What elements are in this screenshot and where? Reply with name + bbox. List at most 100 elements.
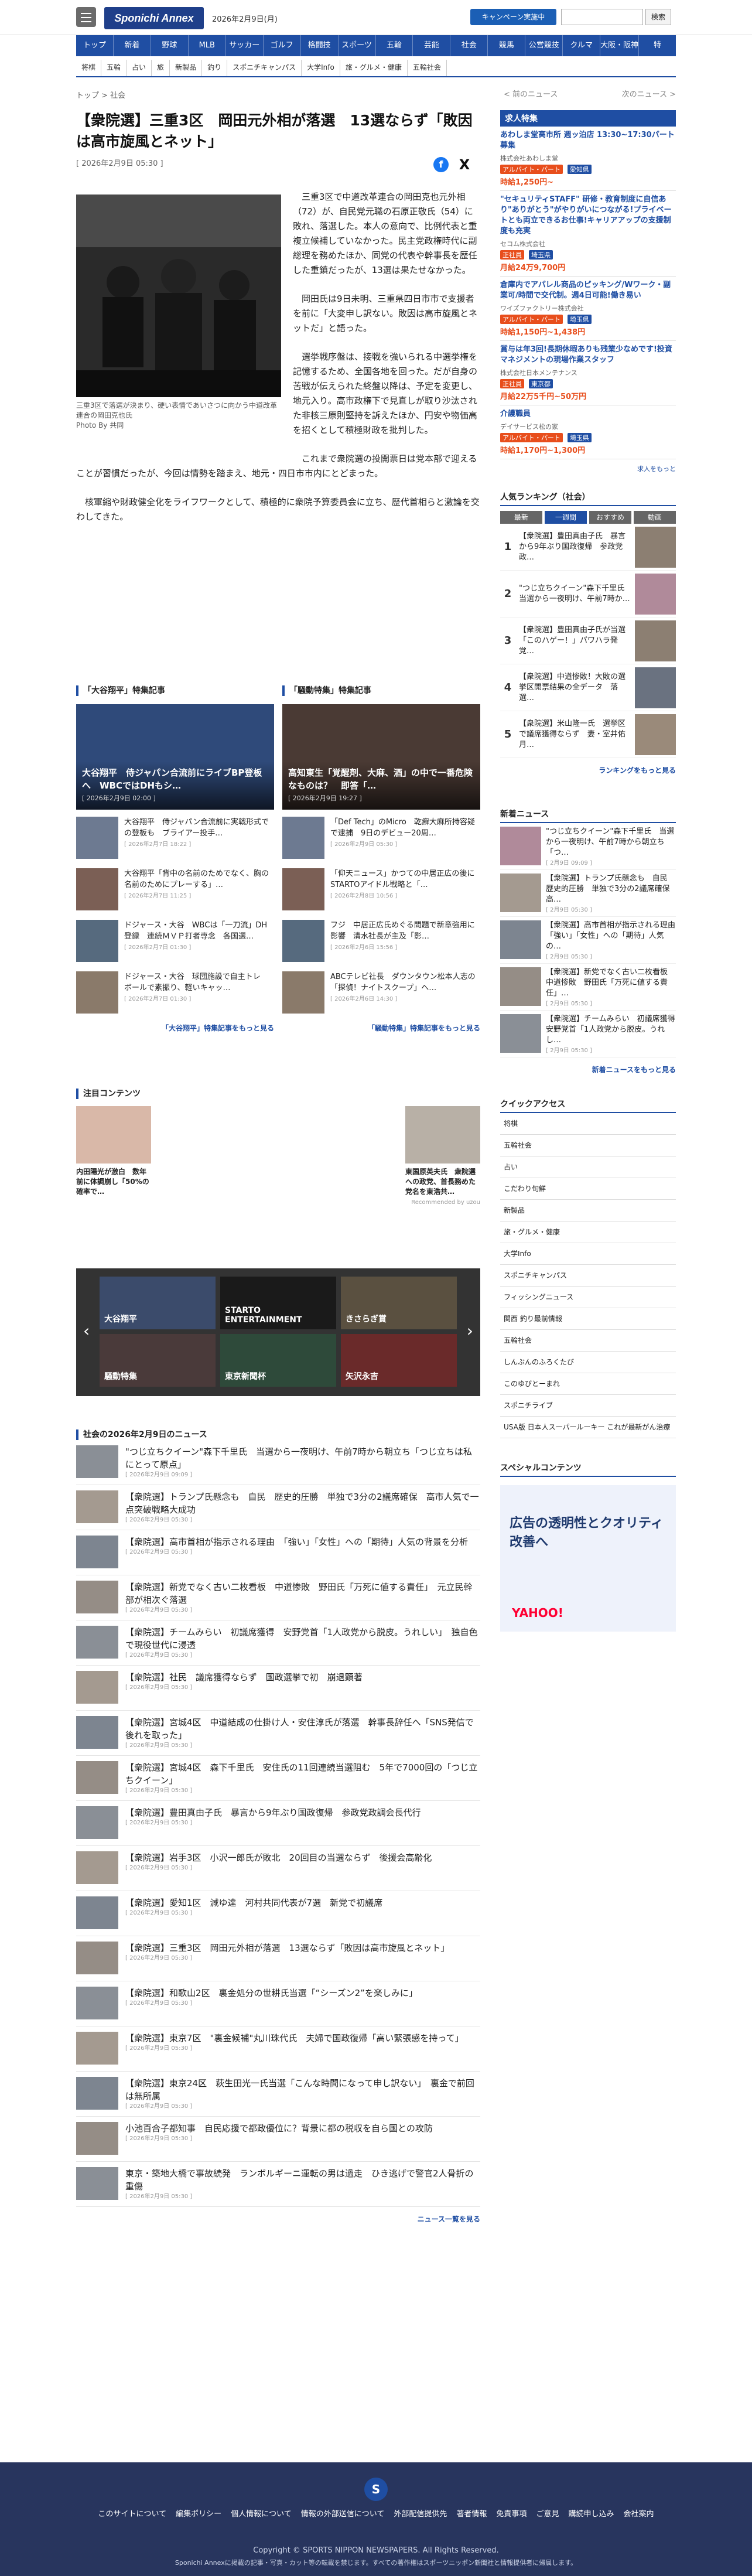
nav-item[interactable]: 野球 bbox=[151, 35, 189, 56]
attention-item[interactable]: 東国原英夫氏 衆院選への政党、首長務めた 党名を東浩共… bbox=[405, 1106, 483, 1197]
job-item[interactable]: 賞与は年3回!長期休暇ありも残業少なめです!投資マネジメントの現場作業スタッフ株… bbox=[500, 341, 676, 405]
attention-item[interactable]: 内田陽光が激白 数年前に体調崩し「50%の確率で… bbox=[76, 1106, 151, 1197]
quick-access-link[interactable]: 五輪社会 bbox=[500, 1330, 676, 1352]
nav-item[interactable]: クルマ bbox=[563, 35, 601, 56]
nav-item[interactable]: 新着 bbox=[114, 35, 151, 56]
footer-link[interactable]: 外部配信提供先 bbox=[394, 2510, 447, 2519]
job-title[interactable]: "セキュリティSTAFF" 研修・教育制度に自信あり"ありがとう"がやりがいにつ… bbox=[500, 195, 676, 237]
nav-item[interactable]: MLB bbox=[189, 35, 226, 56]
ranking-more-link[interactable]: ランキングをもっと見る bbox=[500, 765, 676, 775]
ad-banner[interactable]: 広告の透明性とクオリティ改善へ YAHOO! bbox=[500, 1485, 676, 1632]
quick-access-link[interactable]: USA版 日本人スーパールーキー これが最新がん治療 bbox=[500, 1417, 676, 1438]
feature-hero[interactable]: 大谷翔平 侍ジャパン合流前にライブBP登板へ WBCではDHもシ… [ 2026年… bbox=[76, 704, 274, 810]
jobs-more-link[interactable]: 求人をもっと bbox=[500, 464, 676, 473]
news-list-item[interactable]: 【衆院選】新党でなく古い二枚看板 中道惨敗 野田氏「万死に値する責任」 元立民幹… bbox=[76, 1581, 480, 1620]
news-list-item[interactable]: 【衆院選】愛知1区 減ゆ達 河村共同代表が7選 新党で初議席 [ 2026年2月9… bbox=[76, 1896, 480, 1936]
footer-link[interactable]: 会社案内 bbox=[623, 2510, 654, 2519]
ranking-tab[interactable]: 動画 bbox=[634, 511, 676, 524]
quick-access-link[interactable]: 占い bbox=[500, 1156, 676, 1178]
carousel-prev-icon[interactable]: ‹ bbox=[83, 1321, 90, 1340]
nav-item[interactable]: 社会 bbox=[450, 35, 488, 56]
nav-item[interactable]: 格闘技 bbox=[301, 35, 339, 56]
news-list-more-link[interactable]: ニュース一覧を見る bbox=[76, 2214, 480, 2224]
nav-item[interactable]: サッカー bbox=[226, 35, 264, 56]
feature-hero[interactable]: 高知東生「覚醒剤、大麻、酒」の中で一番危険なものは？ 即答「… [ 2026年2月… bbox=[282, 704, 480, 810]
facebook-share-icon[interactable]: f bbox=[433, 157, 449, 172]
footer-link[interactable]: 情報の外部送信について bbox=[301, 2510, 385, 2519]
footer-link[interactable]: 購読申し込み bbox=[568, 2510, 614, 2519]
news-list-item[interactable]: 小池百合子都知事 自民応援で都政優位に？背景に都の税収を自ら国との攻防[ 202… bbox=[76, 2122, 480, 2162]
nav-item[interactable]: トップ bbox=[76, 35, 114, 56]
job-item[interactable]: 倉庫内でアパレル商品のピッキング/Wワーク・副業可/時間で交代制。週4日可能!働… bbox=[500, 277, 676, 341]
quick-access-link[interactable]: しんぶんのふろくたび bbox=[500, 1352, 676, 1373]
ranking-item[interactable]: 3 【衆院選】豊田真由子氏が当選「このハゲー！」パワハラ発覚… bbox=[500, 617, 676, 664]
prev-news-link[interactable]: < 前のニュース bbox=[504, 88, 558, 99]
nav-item[interactable]: ゴルフ bbox=[264, 35, 301, 56]
carousel-tile[interactable]: 騒動特集 bbox=[100, 1334, 216, 1387]
quick-access-link[interactable]: 関西 釣り最前情報 bbox=[500, 1308, 676, 1330]
feature-item[interactable]: 大谷翔平「背中の名前のためでなく、胸の名前のためにプレーする」… [ 2026年2… bbox=[76, 868, 274, 913]
feature-item[interactable]: 「仰天ニュース」かつての中居正広の後にSTARTOアイドル戦略と「… [ 2026… bbox=[282, 868, 480, 913]
subnav-item[interactable]: 大学Info bbox=[302, 60, 340, 76]
ranking-tab[interactable]: 最新 bbox=[500, 511, 542, 524]
menu-button[interactable] bbox=[76, 7, 96, 27]
news-list-item[interactable]: 【衆院選】三重3区 岡田元外相が落選 13選ならず「敗因は高市旋風とネット」 [ … bbox=[76, 1942, 480, 1981]
x-share-icon[interactable]: X bbox=[457, 157, 472, 172]
carousel-tile[interactable]: 矢沢永吉 bbox=[341, 1334, 457, 1387]
footer-link[interactable]: 個人情報について bbox=[231, 2510, 292, 2519]
footer-link[interactable]: 免責事項 bbox=[496, 2510, 527, 2519]
subnav-item[interactable]: 将棋 bbox=[76, 60, 102, 76]
news-list-item[interactable]: 【衆院選】宮城4区 中道結成の仕掛け人・安住淳氏が落選 幹事長辞任へ「SNS発信… bbox=[76, 1716, 480, 1756]
quick-access-link[interactable]: 旅・グルメ・健康 bbox=[500, 1222, 676, 1243]
breadcrumb[interactable]: トップ > 社会 bbox=[76, 89, 125, 100]
ranking-item[interactable]: 2 "つじ立ちクイーン"森下千里氏 当選から一夜明け、午前7時か… bbox=[500, 571, 676, 617]
job-item[interactable]: "セキュリティSTAFF" 研修・教育制度に自信あり"ありがとう"がやりがいにつ… bbox=[500, 191, 676, 277]
subnav-item[interactable]: 新製品 bbox=[170, 60, 203, 76]
news-list-item[interactable]: 【衆院選】東京7区 "裏金候補"丸川珠代氏 夫婦で国政復帰「高い緊張感を持って」… bbox=[76, 2032, 480, 2072]
next-news-link[interactable]: 次のニュース > bbox=[622, 88, 676, 99]
nav-item[interactable]: 公営競技 bbox=[525, 35, 563, 56]
ranking-item[interactable]: 5 【衆院選】米山隆一氏 選挙区で議席獲得ならず 妻・室井佑月… bbox=[500, 711, 676, 758]
subnav-item[interactable]: 旅・グルメ・健康 bbox=[340, 60, 408, 76]
subnav-item[interactable]: スポニチキャンパス bbox=[227, 60, 302, 76]
nav-item[interactable]: 五輪 bbox=[376, 35, 413, 56]
new-news-item[interactable]: 【衆院選】トランプ氏懸念も 自民 歴史的圧勝 単独で3分の2議席確保 高… [ 2… bbox=[500, 870, 676, 917]
new-news-item[interactable]: 【衆院選】チームみらい 初議席獲得 安野党首「1人政党から脱皮。うれし… [ 2月… bbox=[500, 1011, 676, 1057]
site-logo[interactable]: Sponichi Annex bbox=[104, 7, 204, 29]
news-list-item[interactable]: 【衆院選】社民 議席獲得ならず 国政選挙で初 崩退顕著[ 2026年2月9日 0… bbox=[76, 1671, 480, 1711]
feature-item[interactable]: ABCテレビ社長 ダウンタウン松本人志の「探偵！ナイトスクープ」へ… [ 2026… bbox=[282, 971, 480, 1016]
feature-item[interactable]: ドジャース・大谷 WBCは「一刀流」DH登録 連続ＭＶＰ打者専念 各国選… [ 2… bbox=[76, 920, 274, 964]
nav-item[interactable]: スポーツ bbox=[339, 35, 376, 56]
feature-more-link[interactable]: 「騒動特集」特集記事をもっと見る bbox=[282, 1023, 480, 1033]
subnav-item[interactable]: 占い bbox=[127, 60, 152, 76]
footer-link[interactable]: ご意見 bbox=[536, 2510, 559, 2519]
quick-access-link[interactable]: フィッシングニュース bbox=[500, 1287, 676, 1308]
nav-item[interactable]: 大阪・阪神 bbox=[600, 35, 640, 56]
news-list-item[interactable]: 【衆院選】宮城4区 森下千里氏 安住氏の11回連続当選阻む 5年で7000回の「… bbox=[76, 1761, 480, 1801]
quick-access-link[interactable]: 新製品 bbox=[500, 1200, 676, 1222]
carousel-next-icon[interactable]: › bbox=[467, 1321, 473, 1340]
new-news-item[interactable]: 【衆院選】新党でなく古い二枚看板 中道惨敗 野田氏「万死に値する責任」… [ 2月… bbox=[500, 964, 676, 1011]
footer-link[interactable]: 著者情報 bbox=[456, 2510, 487, 2519]
news-list-item[interactable]: 【衆院選】チームみらい 初議席獲得 安野党首「1人政党から脱皮。うれしい」 独自… bbox=[76, 1626, 480, 1666]
attention-item[interactable] bbox=[241, 1106, 316, 1197]
feature-item[interactable]: ドジャース・大谷 球団施設で自主トレ ボールで素振り、軽いキャッ… [ 2026年… bbox=[76, 971, 274, 1016]
feature-item[interactable]: 大谷翔平 侍ジャパン合流前に実戦形式での登板も ブライアー投手… [ 2026年2… bbox=[76, 817, 274, 861]
subnav-item[interactable]: 旅 bbox=[152, 60, 170, 76]
news-list-item[interactable]: 東京・築地大橋で事故続発 ランボルギーニ運転の男は過走 ひき逃げで警官2人骨折の… bbox=[76, 2167, 480, 2207]
attention-item[interactable] bbox=[323, 1106, 398, 1197]
nav-item[interactable]: 競馬 bbox=[488, 35, 526, 56]
campaign-button[interactable]: キャンペーン実施中 bbox=[470, 9, 556, 25]
job-item[interactable]: 介護職員 デイサービス松の家 アルバイト・パート 埼玉県 時給1,170円~1,300円 bbox=[500, 405, 676, 459]
ranking-tab[interactable]: 一週間 bbox=[545, 511, 587, 524]
footer-logo[interactable]: S bbox=[364, 2478, 388, 2501]
carousel-tile[interactable]: 大谷翔平 bbox=[100, 1277, 216, 1329]
news-list-item[interactable]: 【衆院選】豊田真由子氏 暴言から9年ぶり国政復帰 参政党政調会長代行 [ 2026… bbox=[76, 1806, 480, 1846]
footer-link[interactable]: このサイトについて bbox=[98, 2510, 167, 2519]
nav-item[interactable]: 特 bbox=[639, 35, 676, 56]
quick-access-link[interactable]: 将棋 bbox=[500, 1113, 676, 1135]
job-title[interactable]: 介護職員 bbox=[500, 409, 676, 419]
ranking-tab[interactable]: おすすめ bbox=[589, 511, 631, 524]
feature-item[interactable]: フジ 中居正広氏めぐる問題で新章強用に影響 清水社長が主及「影… [ 2026年2… bbox=[282, 920, 480, 964]
subnav-item[interactable]: 五輪社会 bbox=[408, 60, 447, 76]
